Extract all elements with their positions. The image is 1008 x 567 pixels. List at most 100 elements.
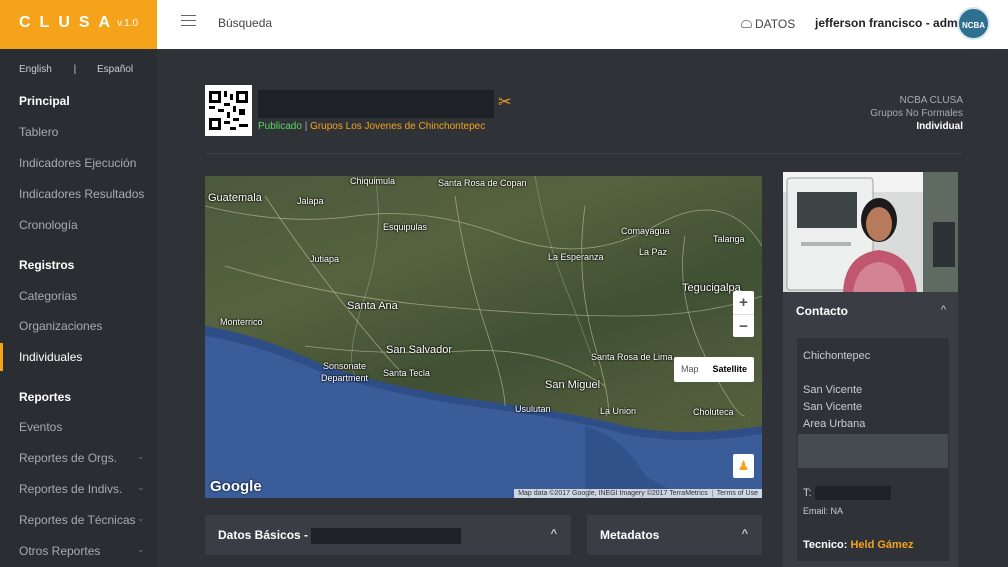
- sidebar-item-eventos[interactable]: Eventos: [19, 420, 62, 434]
- sidebar-item-otros-reportes[interactable]: Otros Reportes: [19, 544, 100, 558]
- contact-title: Contacto: [796, 304, 848, 318]
- sidebar-item-organizaciones[interactable]: Organizaciones: [19, 319, 102, 333]
- datos-button[interactable]: DATOS: [741, 17, 795, 31]
- panel-datos-basicos[interactable]: Datos Básicos - ^: [205, 515, 571, 555]
- sidebar-item-reportes-indivs[interactable]: Reportes de Indivs.: [19, 482, 122, 496]
- sidebar-item-indicadores-ejecucion[interactable]: Indicadores Ejecución: [19, 156, 136, 170]
- qr-code-icon: [209, 91, 248, 130]
- cloud-upload-icon: [741, 20, 752, 28]
- map-label-santa-tecla: Santa Tecla: [383, 368, 430, 378]
- map-label-esquipulas: Esquipulas: [383, 222, 428, 232]
- map-label-san-salvador: San Salvador: [386, 344, 453, 356]
- map-label-jalapa: Jalapa: [297, 196, 324, 206]
- map-attribution: Map data ©2017 Google, INEGI Imagery ©20…: [514, 489, 762, 498]
- contact-phone: T:: [803, 486, 891, 500]
- panel-title: Metadatos: [600, 528, 660, 542]
- sidebar-item-categorias[interactable]: Categorias: [19, 289, 77, 303]
- contact-department: San Vicente: [803, 384, 863, 396]
- google-logo: Google: [210, 478, 262, 495]
- contact-card: Contacto ^ Chichontepec San Vicente San …: [783, 292, 958, 567]
- map-label-santa-ana: Santa Ana: [347, 300, 398, 312]
- status-separator: |: [301, 121, 311, 132]
- map-label-usulutan: Usulutan: [515, 404, 551, 414]
- sidebar-item-tablero[interactable]: Tablero: [19, 125, 58, 139]
- chevron-down-icon: ⌄: [137, 482, 145, 492]
- map-label-comayagua: Comayagua: [621, 226, 670, 236]
- user-name[interactable]: jefferson francisco - admin: [815, 16, 968, 30]
- map-label-santa-rosa-lima: Santa Rosa de Lima: [591, 352, 673, 362]
- nav-group-reportes: Reportes: [19, 390, 72, 404]
- lang-english[interactable]: English: [19, 64, 52, 75]
- brand-bar: CLUSA v.1.0: [0, 0, 157, 49]
- sidebar-item-cronologia[interactable]: Cronología: [19, 218, 78, 232]
- contact-municipality: San Vicente: [803, 401, 863, 413]
- sidebar-item-indicadores-resultados[interactable]: Indicadores Resultados: [19, 187, 144, 201]
- map-attribution-text: Map data ©2017 Google, INEGI Imagery ©20…: [518, 490, 708, 497]
- search-link[interactable]: Búsqueda: [218, 16, 272, 30]
- profile-photo: [783, 172, 958, 292]
- contact-place: Chichontepec: [803, 350, 871, 362]
- redacted-phone: [814, 486, 891, 500]
- map-label-choluteca: Choluteca: [693, 407, 734, 417]
- sidebar-item-reportes-tecnicas[interactable]: Reportes de Técnicas: [19, 513, 136, 527]
- phone-label: T:: [803, 486, 812, 499]
- map-label-la-union: La Union: [600, 406, 637, 416]
- language-switcher: English | Español: [19, 64, 142, 75]
- status-line: Publicado | Grupos Los Jovenes de Chinch…: [258, 121, 485, 132]
- map-type-satellite[interactable]: Satellite: [705, 357, 754, 382]
- map-label-la-paz: La Paz: [639, 247, 668, 257]
- map-label-santa-rosa-copan: Santa Rosa de Copan: [438, 178, 527, 188]
- redacted-address: [798, 434, 948, 468]
- map-label-chiquimula: Chiquimula: [350, 176, 396, 186]
- app-version: v.1.0: [117, 18, 138, 29]
- map-label-department: Department: [321, 373, 369, 383]
- map-type-control: Map Satellite: [673, 357, 754, 382]
- map-type-map[interactable]: Map: [674, 357, 706, 382]
- tecnico-label: Tecnico:: [803, 539, 848, 551]
- chevron-up-icon[interactable]: ^: [551, 528, 557, 540]
- active-indicator: [0, 343, 3, 371]
- menu-toggle-icon[interactable]: [181, 15, 196, 27]
- avatar[interactable]: NCBA: [957, 7, 990, 40]
- map-label-la-esperanza: La Esperanza: [548, 252, 604, 262]
- profile-photo-image: [783, 172, 958, 292]
- zoom-in-button[interactable]: +: [733, 291, 754, 314]
- org-type: Grupos No Formales: [870, 108, 963, 119]
- map-label-monterrico: Monterrico: [220, 317, 263, 327]
- panel-title-text: Datos Básicos -: [218, 528, 309, 543]
- tools-icon[interactable]: ✂: [498, 92, 511, 112]
- qr-code[interactable]: [205, 85, 252, 136]
- nav-group-principal: Principal: [19, 94, 70, 108]
- record-kind: Individual: [916, 121, 963, 132]
- group-link[interactable]: Grupos Los Jovenes de Chinchontepec: [310, 121, 485, 132]
- app-logo[interactable]: CLUSA: [19, 14, 119, 32]
- map-label-san-miguel: San Miguel: [545, 379, 601, 391]
- status-badge: Publicado: [258, 121, 302, 132]
- contact-area: Area Urbana: [803, 418, 866, 430]
- org-name: NCBA CLUSA: [899, 95, 963, 106]
- panel-metadatos[interactable]: Metadatos ^: [587, 515, 762, 555]
- redacted-name: [311, 528, 462, 544]
- panel-title: Datos Básicos -: [218, 528, 462, 544]
- nav-group-registros: Registros: [19, 258, 75, 272]
- map-label-talanga: Talanga: [713, 234, 745, 244]
- chevron-up-icon[interactable]: ^: [941, 304, 946, 316]
- pegman-icon[interactable]: ♟: [733, 454, 754, 478]
- map-view[interactable]: Guatemala Jalapa Chiquimula Santa Rosa d…: [205, 176, 762, 498]
- map-label-guatemala: Guatemala: [208, 192, 262, 204]
- divider: [205, 153, 963, 154]
- chevron-down-icon: ⌄: [137, 544, 145, 554]
- lang-separator: |: [73, 64, 77, 75]
- main-content: ✂ Publicado | Grupos Los Jovenes de Chin…: [157, 49, 1008, 567]
- chevron-up-icon[interactable]: ^: [742, 528, 748, 540]
- sidebar-item-reportes-orgs[interactable]: Reportes de Orgs.: [19, 451, 117, 465]
- zoom-out-button[interactable]: −: [733, 314, 754, 337]
- terms-link[interactable]: Terms of Use: [711, 490, 758, 497]
- contact-details: Chichontepec San Vicente San Vicente Are…: [797, 338, 949, 561]
- zoom-control: + −: [733, 291, 754, 337]
- sidebar-item-individuales[interactable]: Individuales: [19, 350, 82, 364]
- map-terrain: [205, 176, 762, 498]
- lang-espanol[interactable]: Español: [97, 64, 133, 75]
- tecnico-name[interactable]: Held Gámez: [850, 539, 913, 551]
- datos-label: DATOS: [755, 17, 796, 31]
